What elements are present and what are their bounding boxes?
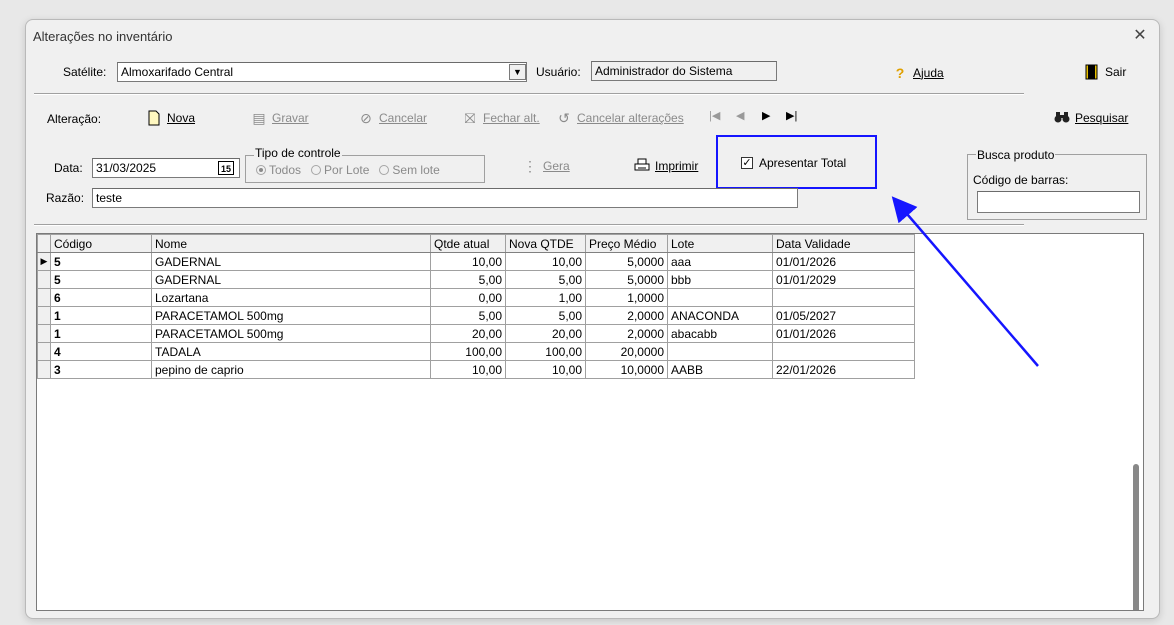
- annotation-arrow: [891, 196, 1039, 367]
